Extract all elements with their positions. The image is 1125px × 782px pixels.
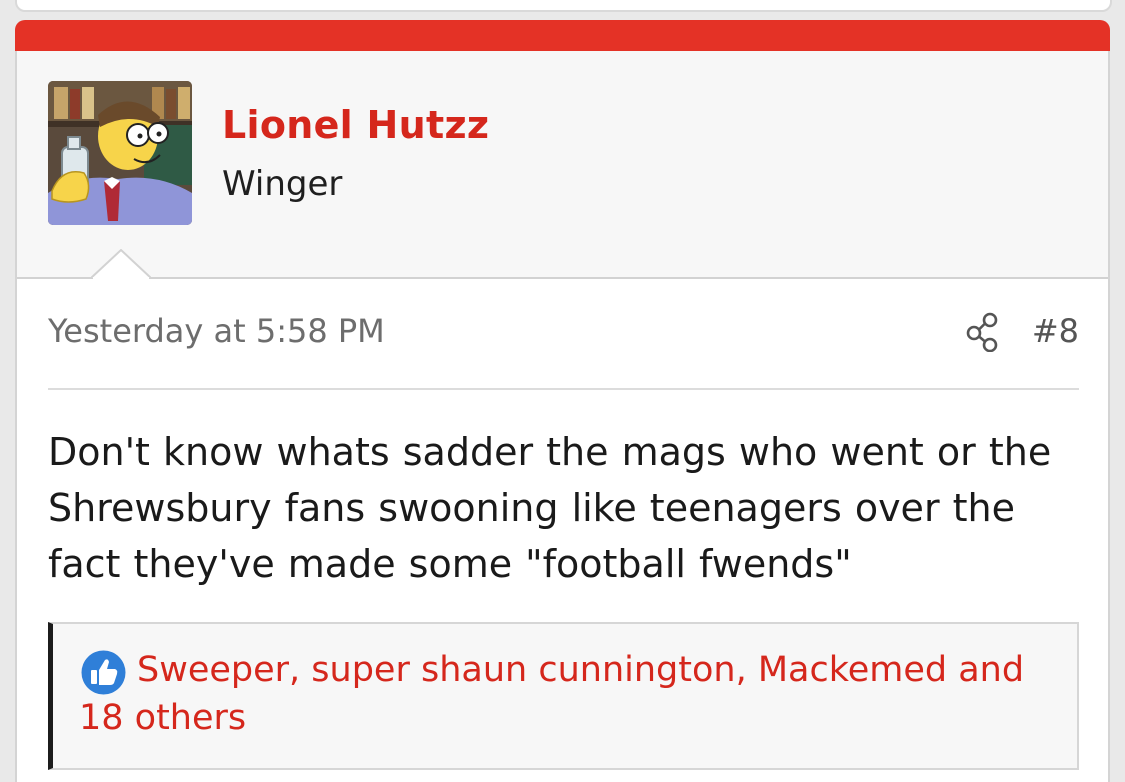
share-icon[interactable]	[965, 312, 1001, 352]
page: Lionel Hutzz Winger Yesterday at 5:58 PM…	[0, 0, 1125, 782]
username-link[interactable]: Lionel Hutzz	[222, 103, 489, 147]
previous-post-card	[15, 0, 1112, 12]
reaction-users-link[interactable]: Sweeper, super shaun cunnington, Mackeme…	[79, 646, 1039, 742]
user-block-pointer	[91, 249, 151, 279]
avatar[interactable]	[48, 81, 192, 225]
post-meta-bar: Yesterday at 5:58 PM #8	[48, 312, 1079, 390]
post-body: Don't know whats sadder the mags who wen…	[48, 430, 1052, 586]
post-card: Lionel Hutzz Winger Yesterday at 5:58 PM…	[15, 20, 1110, 782]
post-number-link[interactable]: #8	[1032, 312, 1079, 350]
post-date[interactable]: Yesterday at 5:58 PM	[48, 312, 385, 350]
post-accent-bar	[15, 20, 1110, 51]
user-title: Winger	[222, 164, 343, 204]
user-info-block: Lionel Hutzz Winger	[17, 51, 1108, 279]
avatar-image	[48, 81, 192, 225]
reactions-bar: Sweeper, super shaun cunnington, Mackeme…	[48, 622, 1079, 770]
